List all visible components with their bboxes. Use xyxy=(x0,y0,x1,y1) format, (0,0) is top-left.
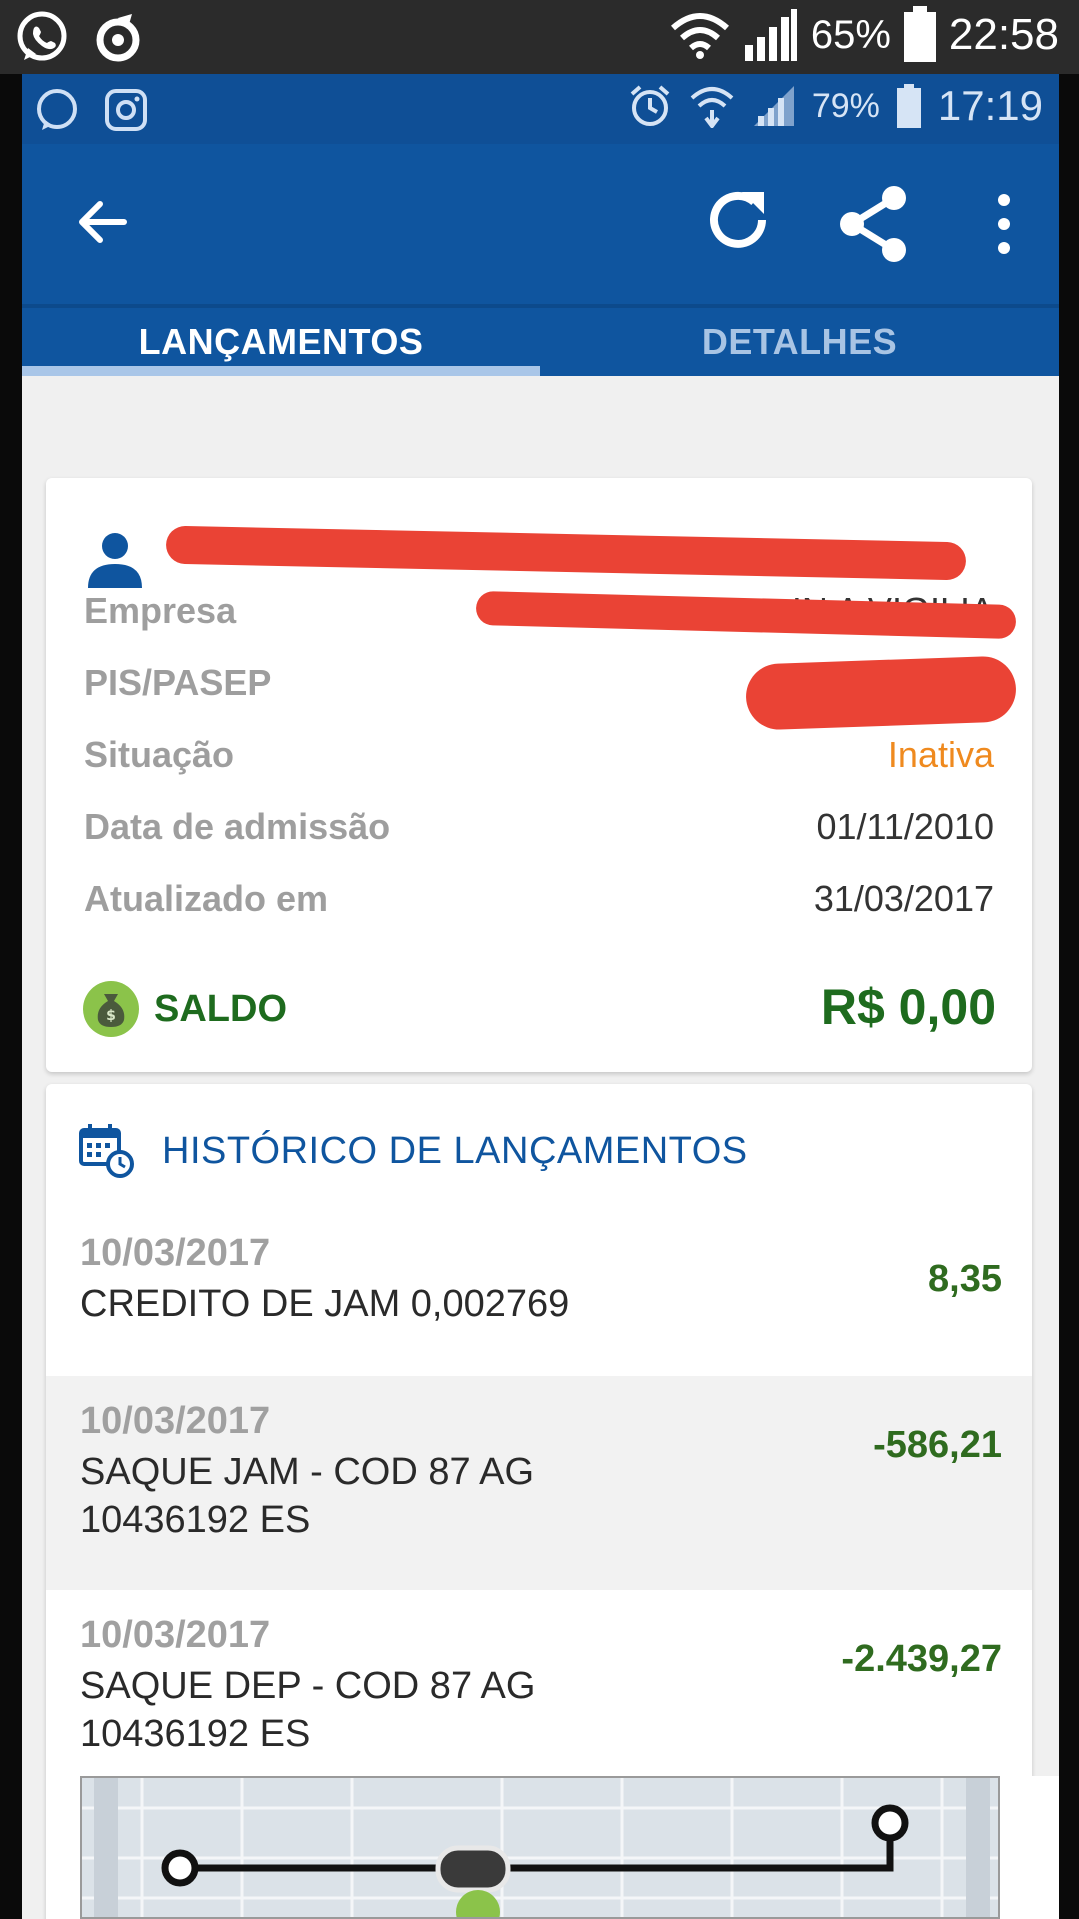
row-atualizado: Atualizado em 31/03/2017 xyxy=(84,878,994,928)
history-title: HISTÓRICO DE LANÇAMENTOS xyxy=(162,1130,748,1172)
pis-label: PIS/PASEP xyxy=(84,662,272,703)
tx-amount: -586,21 xyxy=(873,1424,1002,1466)
atualizado-value: 31/03/2017 xyxy=(813,878,994,919)
tab-indicator xyxy=(22,366,540,376)
app-bar: LANÇAMENTOS DETALHES xyxy=(22,144,1059,376)
admissao-value: 01/11/2010 xyxy=(816,806,994,847)
map-route-graphic xyxy=(82,1778,998,1917)
tx-description: CREDITO DE JAM 0,002769 xyxy=(80,1283,570,1325)
tx-date: 10/03/2017 xyxy=(80,1614,271,1656)
redaction-mark-pis xyxy=(744,655,1018,731)
inner-battery-percent: 79% xyxy=(811,86,880,125)
left-frame-edge xyxy=(0,74,22,1919)
app-screen: 79% 17:19 LANÇAMENTOS DETALHES Empresa P… xyxy=(22,74,1059,1919)
signal-icon xyxy=(744,9,797,61)
list-item[interactable]: 10/03/2017 SAQUE DEP - COD 87 AG 1043619… xyxy=(46,1590,1032,1804)
outer-clock: 22:58 xyxy=(948,10,1059,59)
outer-battery-percent: 65% xyxy=(810,12,891,57)
battery-icon xyxy=(903,6,936,62)
whatsapp-icon xyxy=(17,11,67,61)
tx-amount: 8,35 xyxy=(928,1258,1002,1300)
alarm-icon xyxy=(630,85,670,126)
person-icon xyxy=(88,533,142,588)
tx-description: SAQUE DEP - COD 87 AG 10436192 ES xyxy=(80,1665,536,1755)
share-icon[interactable] xyxy=(834,184,914,264)
row-admissao: Data de admissão 01/11/2010 xyxy=(84,806,994,856)
saldo-label: SALDO xyxy=(154,988,287,1030)
wifi-icon xyxy=(670,13,729,59)
sync-icon xyxy=(96,14,140,62)
battery-icon xyxy=(896,84,921,128)
saldo-value: R$ 0,00 xyxy=(820,979,996,1035)
admissao-label: Data de admissão xyxy=(84,806,391,847)
inner-clock: 17:19 xyxy=(937,82,1043,129)
list-item[interactable]: 10/03/2017 SAQUE JAM - COD 87 AG 1043619… xyxy=(46,1376,1032,1590)
tx-description: SAQUE JAM - COD 87 AG 10436192 ES xyxy=(80,1451,534,1541)
money-bag-icon: $ xyxy=(83,981,139,1037)
refresh-icon[interactable] xyxy=(702,184,774,256)
instagram-icon xyxy=(105,89,147,131)
situacao-value: Inativa xyxy=(887,734,994,775)
whatsapp-icon xyxy=(37,89,77,130)
toolbar xyxy=(22,144,1059,308)
ad-map-image[interactable] xyxy=(80,1776,1000,1919)
signal-icon xyxy=(753,86,794,126)
outer-status-bar: 65% 22:58 xyxy=(0,0,1079,74)
redaction-mark-name xyxy=(165,525,967,581)
account-card: Empresa IN A VIGILIA PIS/PASEP 1 6 Situa… xyxy=(46,478,1032,1072)
calendar-clock-icon xyxy=(79,1124,134,1178)
tx-date: 10/03/2017 xyxy=(80,1232,271,1274)
right-frame-edge xyxy=(1059,74,1079,1919)
tab-detalhes[interactable]: DETALHES xyxy=(540,308,1059,376)
back-arrow-icon[interactable] xyxy=(72,192,132,252)
atualizado-label: Atualizado em xyxy=(84,878,329,919)
list-item[interactable]: 10/03/2017 CREDITO DE JAM 0,002769 8,35 xyxy=(46,1216,1032,1376)
wifi-icon xyxy=(690,87,734,128)
ad-banner[interactable] xyxy=(46,1776,1059,1919)
svg-text:$: $ xyxy=(106,1008,116,1024)
empresa-label: Empresa xyxy=(84,590,237,631)
row-situacao: Situação Inativa xyxy=(84,734,994,784)
situacao-label: Situação xyxy=(84,734,235,775)
tx-amount: -2.439,27 xyxy=(841,1638,1002,1680)
more-vert-icon[interactable] xyxy=(992,190,1016,258)
inner-status-bar: 79% 17:19 xyxy=(22,74,1059,144)
tx-date: 10/03/2017 xyxy=(80,1400,271,1442)
